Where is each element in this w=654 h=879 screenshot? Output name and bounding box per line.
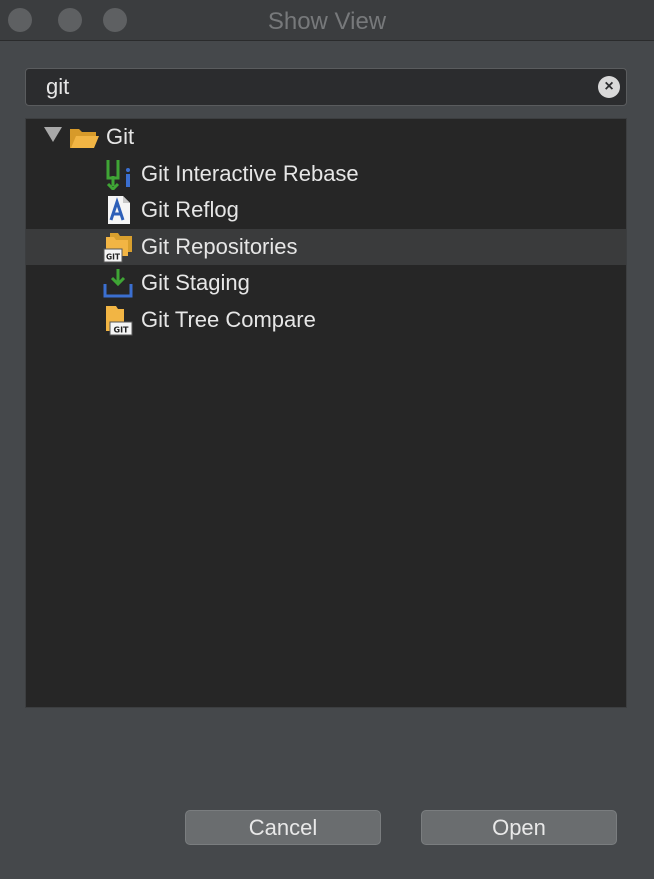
open-button[interactable]: Open bbox=[421, 810, 617, 845]
tree-item-label: Git Interactive Rebase bbox=[141, 161, 359, 186]
tree-item-label: Git Tree Compare bbox=[141, 307, 316, 332]
reflog-icon bbox=[108, 196, 130, 224]
tree-item-git-interactive-rebase[interactable]: Git Interactive Rebase bbox=[26, 156, 626, 192]
tree-item-label: Git Reflog bbox=[141, 197, 239, 222]
tree-compare-icon: GIT bbox=[106, 306, 133, 336]
clear-circle-icon[interactable]: × bbox=[598, 76, 620, 98]
tree-item-git-repositories[interactable]: GIT Git Repositories bbox=[26, 229, 626, 265]
tree-item-label: Git Staging bbox=[141, 270, 250, 295]
staging-icon bbox=[103, 269, 133, 298]
folder-open-icon bbox=[70, 129, 99, 148]
tree-item-label: Git Repositories bbox=[141, 234, 298, 259]
disclosure-triangle-icon[interactable] bbox=[44, 127, 62, 142]
tree-item-git-reflog[interactable]: Git Reflog bbox=[26, 192, 626, 228]
tree-group-git[interactable]: Git bbox=[26, 119, 626, 155]
svg-text:GIT: GIT bbox=[114, 326, 130, 335]
interactive-rebase-icon bbox=[106, 160, 130, 190]
view-tree[interactable]: Git Git Interactive Rebase Git Reflog GI… bbox=[25, 118, 627, 708]
tree-item-git-staging[interactable]: Git Staging bbox=[26, 265, 626, 301]
cancel-button[interactable]: Cancel bbox=[185, 810, 381, 845]
tree-group-label: Git bbox=[106, 124, 135, 149]
tree-item-git-tree-compare[interactable]: GIT Git Tree Compare bbox=[26, 302, 626, 338]
window-title: Show View bbox=[267, 8, 387, 35]
search-field[interactable]: × bbox=[25, 68, 627, 106]
svg-text:GIT: GIT bbox=[106, 253, 121, 262]
search-input[interactable] bbox=[46, 69, 586, 105]
repositories-icon: GIT bbox=[103, 233, 132, 263]
title-bar: Show View bbox=[0, 0, 654, 41]
